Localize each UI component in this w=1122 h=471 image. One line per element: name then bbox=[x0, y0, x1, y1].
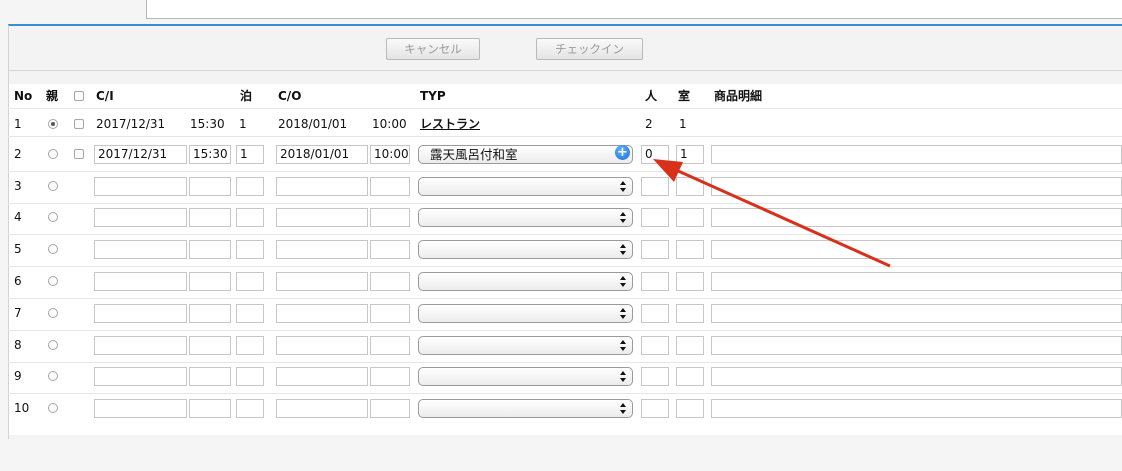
annotation-arrow bbox=[653, 159, 891, 268]
